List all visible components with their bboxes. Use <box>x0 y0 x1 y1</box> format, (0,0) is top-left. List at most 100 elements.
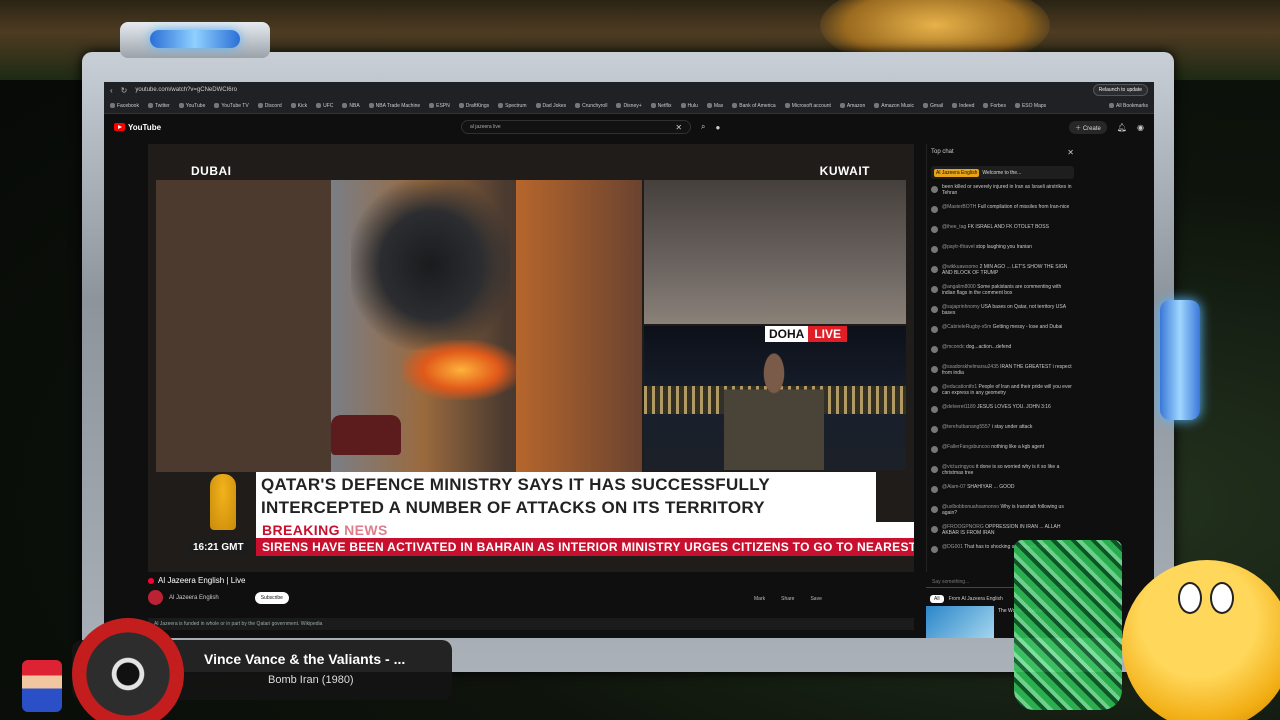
bookmark-item[interactable]: Max <box>707 103 723 109</box>
chip-from-channel[interactable]: From Al Jazeera English <box>949 596 1003 602</box>
chat-message[interactable]: @ssadorskhelmarsu2435 IRAN THE GREATEST … <box>927 362 1078 382</box>
url-bar[interactable]: youtube.com/watch?v=gCNeDWCI6ro <box>135 87 237 93</box>
chat-username: @terehutbanang5557 <box>942 424 991 430</box>
bookmark-item[interactable]: Kick <box>291 103 307 109</box>
bookmark-item[interactable]: NBA Trade Machine <box>369 103 420 109</box>
clear-search-icon[interactable]: ✕ <box>675 123 682 132</box>
frame-light-top <box>120 22 270 58</box>
notifications-icon[interactable]: 🔔︎ <box>1117 123 1127 132</box>
bookmark-item[interactable]: UFC <box>316 103 333 109</box>
search-input[interactable] <box>470 124 666 130</box>
chat-avatar <box>931 246 938 253</box>
back-icon[interactable]: ‹ <box>110 86 113 95</box>
video-title: Al Jazeera English | Live <box>148 576 245 585</box>
bookmark-item[interactable]: YouTube <box>179 103 206 109</box>
chat-message-body: @ssadorskhelmarsu2435 IRAN THE GREATEST … <box>942 364 1074 380</box>
chat-avatar <box>931 326 938 333</box>
chat-message[interactable]: been killed or severely injured in Iran … <box>927 182 1078 202</box>
chat-message[interactable]: @terehutbanang5557 i stay under attack <box>927 422 1078 442</box>
chat-message[interactable]: @mcondc dog...action...defend <box>927 342 1078 362</box>
bookmark-item[interactable]: Amazon <box>840 103 865 109</box>
chat-message[interactable]: @FallerFangsbuncoo nothing like a kgb ag… <box>927 442 1078 462</box>
bookmark-item[interactable]: Bank of America <box>732 103 775 109</box>
bookmark-item[interactable]: Hulu <box>681 103 698 109</box>
youtube-logo[interactable]: YouTube <box>114 123 161 132</box>
avatar[interactable]: ◉ <box>1137 123 1144 132</box>
chat-message[interactable]: @educationtfo1 People of Iran and their … <box>927 382 1078 402</box>
bookmark-item[interactable]: Spectrum <box>498 103 526 109</box>
pinned-message[interactable]: Al Jazeera English Welcome to the... <box>931 166 1074 179</box>
chat-message[interactable]: @Alam-07 SHAHIYAR ... GOOD <box>927 482 1078 502</box>
bookmark-item[interactable]: DraftKings <box>459 103 489 109</box>
bookmark-item[interactable]: Netflix <box>651 103 672 109</box>
chat-avatar <box>931 346 938 353</box>
share-button[interactable]: Share <box>781 596 794 602</box>
create-button[interactable]: ＋ Create <box>1069 120 1107 134</box>
chat-message[interactable]: @victuzingyou it done is so worried why … <box>927 462 1078 482</box>
chat-message-body: @angalim8000 Some pakistanis are comment… <box>942 284 1074 300</box>
funding-info: Al Jazeera is funded in whole or in part… <box>148 618 914 630</box>
chat-avatar <box>931 286 938 293</box>
video-player[interactable]: DOHA LIVE DUBAI KUWAIT QATAR'S DEFENCE M… <box>148 144 914 572</box>
blurred-panel-left <box>156 180 331 472</box>
search-box[interactable]: ✕ <box>461 120 692 134</box>
channel-avatar[interactable] <box>148 590 163 605</box>
channel-name[interactable]: Al Jazeera English <box>169 595 219 601</box>
chat-message-body: @delveret1189 JESUS LOVES YOU. JOHN 3:16 <box>942 404 1051 420</box>
reload-icon[interactable]: ↻ <box>121 86 128 95</box>
search-icon[interactable]: ⌕ <box>701 122 705 132</box>
close-icon[interactable]: ✕ <box>1067 148 1074 157</box>
bookmark-item[interactable]: ESPN <box>429 103 450 109</box>
chat-message[interactable]: @ihee_tag FK ISRAEL AND FK OTOLET BOSS <box>927 222 1078 242</box>
chat-avatar <box>931 406 938 413</box>
chat-message[interactable]: @paytr-tfiravel stop laughing you Irania… <box>927 242 1078 262</box>
chat-message[interactable]: @wikkuawsomo 2 MIN AGO ... LET'S SHOW TH… <box>927 262 1078 282</box>
chat-message[interactable]: @CabrieleRugby-x5m Getting messy - lose … <box>927 322 1078 342</box>
bookmark-item[interactable]: Gmail <box>923 103 943 109</box>
subscribe-button[interactable]: Subscribe <box>254 591 289 604</box>
doha-label: DOHA <box>765 326 809 342</box>
chat-message-body: @terehutbanang5557 i stay under attack <box>942 424 1032 440</box>
bookmark-item[interactable]: Crunchyroll <box>575 103 607 109</box>
save-button[interactable]: Save <box>810 596 821 602</box>
bookmark-item[interactable]: Microsoft account <box>785 103 831 109</box>
chat-username: @ihee_tag <box>942 224 967 230</box>
bookmark-item[interactable]: Disney+ <box>616 103 641 109</box>
yellow-eye-right <box>1210 582 1234 614</box>
gmt-clock: 16:21 GMT <box>188 540 249 555</box>
chat-mode-dropdown[interactable]: Top chat <box>931 149 954 155</box>
bookmark-item[interactable]: NBA <box>342 103 359 109</box>
mic-icon[interactable]: ● <box>716 123 721 132</box>
bookmark-item[interactable]: Facebook <box>110 103 139 109</box>
bookmark-item[interactable]: Discord <box>258 103 282 109</box>
bookmark-item[interactable]: Forbes <box>983 103 1006 109</box>
bookmark-item[interactable]: Indeed <box>952 103 974 109</box>
chat-message[interactable]: @uxlbobbonuahsamonno Why is Iranshah fol… <box>927 502 1078 522</box>
chat-avatar <box>931 306 938 313</box>
bookmark-item[interactable]: ESO Maps <box>1015 103 1046 109</box>
chat-text: stop laughing you Iranian <box>975 244 1032 250</box>
all-bookmarks-button[interactable]: All Bookmarks <box>1109 103 1148 109</box>
bookmark-item[interactable]: Dad Jokes <box>536 103 567 109</box>
chat-message[interactable]: @FROOGPNORG OPPRESSION IN IRAN ... ALLAH… <box>927 522 1078 542</box>
koopa-cup-deco <box>1014 540 1122 710</box>
bookmark-item[interactable]: YouTube TV <box>214 103 248 109</box>
al-jazeera-logo <box>210 474 236 530</box>
bookmark-item[interactable]: Amazon Music <box>874 103 914 109</box>
chat-message[interactable]: @MasterBOTH Full compilation of missiles… <box>927 202 1078 222</box>
chat-avatar <box>931 506 938 513</box>
chat-message-body: been killed or severely injured in Iran … <box>942 184 1074 200</box>
recommended-thumbnail[interactable] <box>926 606 994 638</box>
chat-message-body: @MasterBOTH Full compilation of missiles… <box>942 204 1069 220</box>
chat-message-body: @FROOGPNORG OPPRESSION IN IRAN ... ALLAH… <box>942 524 1074 540</box>
chip-all[interactable]: All <box>930 595 944 603</box>
chat-avatar <box>931 226 938 233</box>
relaunch-button[interactable]: Relaunch to update <box>1092 84 1148 96</box>
chat-message[interactable]: @sujaprinhnomy USA bases on Qatar, not t… <box>927 302 1078 322</box>
news-word: NEWS <box>344 522 388 538</box>
chat-message[interactable]: @angalim8000 Some pakistanis are comment… <box>927 282 1078 302</box>
chat-message-body: @paytr-tfiravel stop laughing you Irania… <box>942 244 1032 260</box>
mark-button[interactable]: Mark <box>754 596 765 602</box>
bookmark-item[interactable]: Twitter <box>148 103 170 109</box>
chat-message[interactable]: @delveret1189 JESUS LOVES YOU. JOHN 3:16 <box>927 402 1078 422</box>
